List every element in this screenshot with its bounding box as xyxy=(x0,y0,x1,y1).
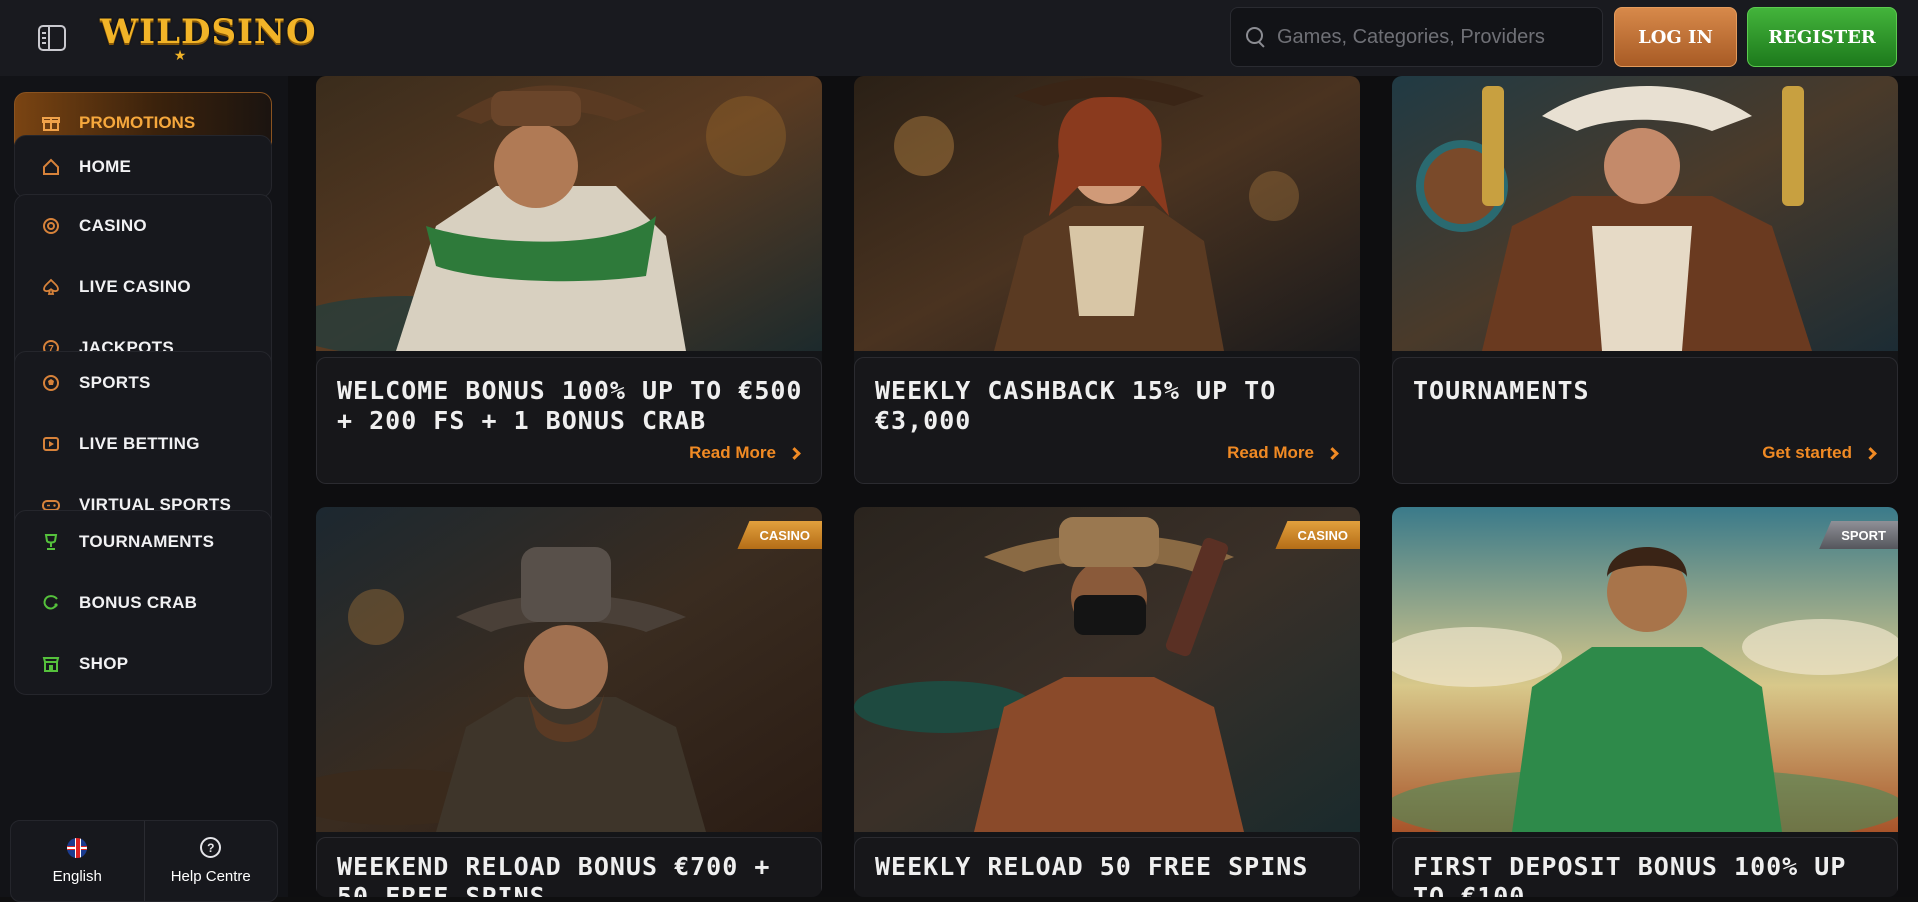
nav-group-home: HOME xyxy=(14,135,272,198)
category-tag: SPORT xyxy=(1819,521,1898,549)
language-selector[interactable]: English xyxy=(11,821,144,901)
sidebar-item-label: LIVE CASINO xyxy=(79,276,191,296)
get-started-link[interactable]: Get started xyxy=(1762,443,1877,463)
chevron-right-icon xyxy=(1326,446,1339,460)
crab-icon xyxy=(41,593,61,613)
promo-title: WEEKLY CASHBACK 15% UP TO €3,000 xyxy=(875,376,1277,435)
search-icon xyxy=(1245,26,1267,48)
sidebar-item-label: HOME xyxy=(79,156,132,176)
sidebar-item-label: BONUS CRAB xyxy=(79,592,198,612)
sidebar-item-label: PROMOTIONS xyxy=(79,113,196,132)
sidebar-item-label: TOURNAMENTS xyxy=(79,531,215,551)
sidebar-item-bonus-crab[interactable]: BONUS CRAB xyxy=(15,572,271,633)
chevron-right-icon xyxy=(788,446,801,460)
promo-title: WEEKLY RELOAD 50 FREE SPINS xyxy=(875,852,1309,881)
cta-label: Get started xyxy=(1762,443,1852,462)
sidebar-item-live-betting[interactable]: LIVE BETTING xyxy=(15,413,271,474)
masked-bandit-artwork-image xyxy=(854,507,1360,832)
category-tag: CASINO xyxy=(1275,521,1360,549)
outlaw-smoking-artwork-image xyxy=(316,507,822,832)
nav-group-sports: SPORTS LIVE BETTING VIRTUAL SPORTS xyxy=(14,351,272,536)
promotions-grid: WELCOME BONUS 100% UP TO €500 + 200 FS +… xyxy=(288,76,1918,897)
play-icon xyxy=(41,434,61,454)
sidebar-item-live-casino[interactable]: LIVE CASINO xyxy=(15,256,271,317)
promo-card-first-deposit[interactable]: SPORT FIRST DEPOSIT BONUS 100% UP TO €10… xyxy=(1392,507,1898,897)
promo-card-cashback[interactable]: WEEKLY CASHBACK 15% UP TO €3,000 Read Mo… xyxy=(854,76,1360,484)
category-tag: CASINO xyxy=(737,521,822,549)
ball-icon xyxy=(41,373,61,393)
promo-title: FIRST DEPOSIT BONUS 100% UP TO €100 xyxy=(1413,852,1847,897)
sidebar: PROMOTIONS HOME CASINO LIVE CASINO 7 JAC… xyxy=(0,76,288,902)
search-box[interactable] xyxy=(1230,7,1603,67)
promo-title: WELCOME BONUS 100% UP TO €500 + 200 FS +… xyxy=(337,376,803,435)
cta-label: Read More xyxy=(1227,443,1314,462)
help-centre-label: Help Centre xyxy=(170,868,251,885)
nav-group-extras: TOURNAMENTS BONUS CRAB SHOP xyxy=(14,510,272,695)
promo-card-body: FIRST DEPOSIT BONUS 100% UP TO €100 xyxy=(1392,837,1898,897)
logo-text: WILDSINO xyxy=(100,12,317,52)
gunslinger-woman-artwork-image xyxy=(1392,76,1898,351)
chevron-right-icon xyxy=(1864,446,1877,460)
uk-flag-icon xyxy=(67,837,88,858)
register-button[interactable]: REGISTER xyxy=(1747,7,1897,67)
top-bar: WILDSINO ★ LOG IN REGISTER xyxy=(0,0,1918,76)
sidebar-item-shop[interactable]: SHOP xyxy=(15,633,271,694)
help-centre-link[interactable]: ? Help Centre xyxy=(143,821,278,901)
cowboy-artwork-image xyxy=(316,76,822,351)
casino-chip-icon xyxy=(41,216,61,236)
search-input[interactable] xyxy=(1277,25,1597,49)
sidebar-item-home[interactable]: HOME xyxy=(15,136,271,197)
promo-title: WEEKEND RELOAD BONUS €700 + 50 FREE SPIN… xyxy=(337,852,771,897)
sidebar-item-label: SPORTS xyxy=(79,372,151,392)
promo-title: TOURNAMENTS xyxy=(1413,376,1590,405)
language-label: English xyxy=(52,867,102,885)
gift-icon xyxy=(41,113,61,133)
cta-label: Read More xyxy=(689,443,776,462)
spade-icon xyxy=(41,277,61,297)
read-more-link[interactable]: Read More xyxy=(1227,443,1339,463)
sidebar-item-casino[interactable]: CASINO xyxy=(15,195,271,256)
cowgirl-artwork-image xyxy=(854,76,1360,351)
sidebar-toggle-icon[interactable] xyxy=(38,25,66,51)
promo-card-body: TOURNAMENTS Get started xyxy=(1392,357,1898,484)
sidebar-item-label: SHOP xyxy=(79,653,129,673)
promo-card-body: WEEKEND RELOAD BONUS €700 + 50 FREE SPIN… xyxy=(316,837,822,897)
football-player-artwork-image xyxy=(1392,507,1898,832)
trophy-icon xyxy=(41,532,61,552)
question-mark-icon: ? xyxy=(200,837,222,858)
site-logo[interactable]: WILDSINO ★ xyxy=(100,12,317,62)
home-icon xyxy=(41,157,61,177)
promo-card-welcome[interactable]: WELCOME BONUS 100% UP TO €500 + 200 FS +… xyxy=(316,76,822,484)
promo-card-weekend-reload[interactable]: CASINO WEEKEND RELOAD BONUS €700 + 50 FR… xyxy=(316,507,822,897)
sidebar-item-label: CASINO xyxy=(79,215,147,235)
read-more-link[interactable]: Read More xyxy=(689,443,801,463)
sidebar-item-label: LIVE BETTING xyxy=(79,433,200,453)
promo-card-weekly-reload[interactable]: CASINO WEEKLY RELOAD 50 FREE SPINS xyxy=(854,507,1360,897)
login-button[interactable]: LOG IN xyxy=(1614,7,1737,67)
sidebar-item-sports[interactable]: SPORTS xyxy=(15,352,271,413)
promo-card-tournaments[interactable]: TOURNAMENTS Get started xyxy=(1392,76,1898,484)
shop-icon xyxy=(41,654,61,674)
promo-card-body: WEEKLY CASHBACK 15% UP TO €3,000 Read Mo… xyxy=(854,357,1360,484)
sidebar-footer: English ? Help Centre xyxy=(10,820,278,902)
sidebar-item-tournaments[interactable]: TOURNAMENTS xyxy=(15,511,271,572)
promo-card-body: WELCOME BONUS 100% UP TO €500 + 200 FS +… xyxy=(316,357,822,484)
promo-card-body: WEEKLY RELOAD 50 FREE SPINS xyxy=(854,837,1360,897)
